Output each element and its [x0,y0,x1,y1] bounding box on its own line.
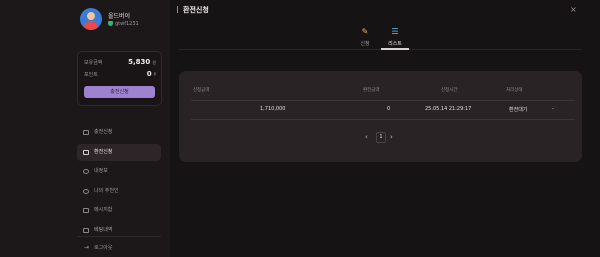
points-row: 포인트 0P [84,70,156,79]
avatar-body [84,21,98,30]
charge-button[interactable]: 충전신청 [84,86,155,98]
sidebar-item-label: 충전신청 [94,129,113,135]
cell-request-amount: 1,710,000 [260,106,286,112]
cell-status: 환전대기 [509,107,528,113]
sidebar-item-referrals[interactable]: 나의 추천인 [77,183,161,200]
users-icon [83,188,89,194]
header-request-time: 신청시간 [441,88,458,93]
page-title-text: 환전신청 [183,6,209,14]
page-title: 환전신청 [177,5,209,15]
list-icon: ☰ [391,27,399,36]
tab-label: 리스트 [388,41,402,47]
holding-row: 보유금액 5,830 원 [84,58,156,67]
card-icon [83,130,89,135]
sidebar: 올드버이 gtwf1231 보유금액 5,830 원 포인트 0P 충전신청 충전… [0,0,170,257]
sidebar-item-charge[interactable]: 충전신청 [77,124,161,141]
message-icon [83,208,89,213]
active-tab-indicator [381,48,409,50]
cell-extra: - [552,106,554,112]
tab-apply[interactable]: ✎ 신청 [350,27,380,47]
points-value: 0 [146,70,152,78]
tab-list[interactable]: ☰ 리스트 [380,27,410,47]
header-exchange-amount: 환전금액 [363,88,380,93]
points-unit: P [153,72,156,77]
sidebar-item-exchange[interactable]: 환전신청 [77,143,161,161]
row-separator [191,119,575,120]
tab-label: 신청 [360,41,370,47]
avatar-head [87,12,95,20]
table-header: 신청금액 환전금액 신청시간 처리상태 [179,87,582,97]
close-icon[interactable]: × [570,5,577,14]
profile-id: gtwf1231 [115,21,139,27]
holding-unit: 원 [152,60,156,65]
table-row: 1,710,000 0 25.05.14 21:29:17 환전대기 - [179,106,582,116]
avatar [80,8,102,30]
sidebar-divider [77,236,161,237]
points-value-wrap: 0P [147,70,156,78]
header-divider [178,49,582,50]
header-status: 처리상태 [506,88,523,93]
pagination: ‹ 1 › [179,132,582,145]
holding-value: 5,830 [128,58,151,66]
next-page-button[interactable]: › [390,133,393,141]
logout-button[interactable]: ⇥ 로그아웃 [84,244,112,251]
sidebar-item-label: 베팅내역 [94,226,113,233]
sidebar-item-label: 나의 추천인 [94,187,119,194]
exchange-list-panel: 신청금액 환전금액 신청시간 처리상태 1,710,000 0 25.05.14… [179,71,582,162]
logout-label: 로그아웃 [94,245,113,251]
pencil-icon: ✎ [361,27,369,36]
cell-exchange-amount: 0 [387,106,391,112]
sidebar-item-label: 메시지함 [94,207,113,213]
title-accent [177,6,178,13]
profile-name: 올드버이 [108,13,131,20]
header-request-amount: 신청금액 [193,88,210,93]
logout-icon: ⇥ [84,244,90,251]
prev-page-button[interactable]: ‹ [365,133,368,141]
sidebar-nav: 충전신청 환전신청 내정보 나의 추천인 메시지함 베팅내역 [77,124,161,241]
sidebar-item-label: 내정보 [94,168,108,174]
holding-value-wrap: 5,830 원 [128,58,156,66]
balance-card: 보유금액 5,830 원 포인트 0P 충전신청 [77,51,162,106]
list-icon [83,227,89,233]
sidebar-item-label: 환전신청 [94,148,113,155]
user-icon [83,169,89,174]
profile-id-row: gtwf1231 [108,21,139,27]
cell-request-time: 25.05.14 21:29:17 [425,106,472,112]
wallet-icon [83,149,89,155]
points-label: 포인트 [84,72,98,78]
header-separator [191,100,575,101]
sidebar-item-my-info[interactable]: 내정보 [77,163,161,180]
shield-icon [108,21,113,26]
holding-label: 보유금액 [84,60,103,66]
sidebar-item-messages[interactable]: 메시지함 [77,202,161,219]
page-number-current[interactable]: 1 [376,132,386,143]
